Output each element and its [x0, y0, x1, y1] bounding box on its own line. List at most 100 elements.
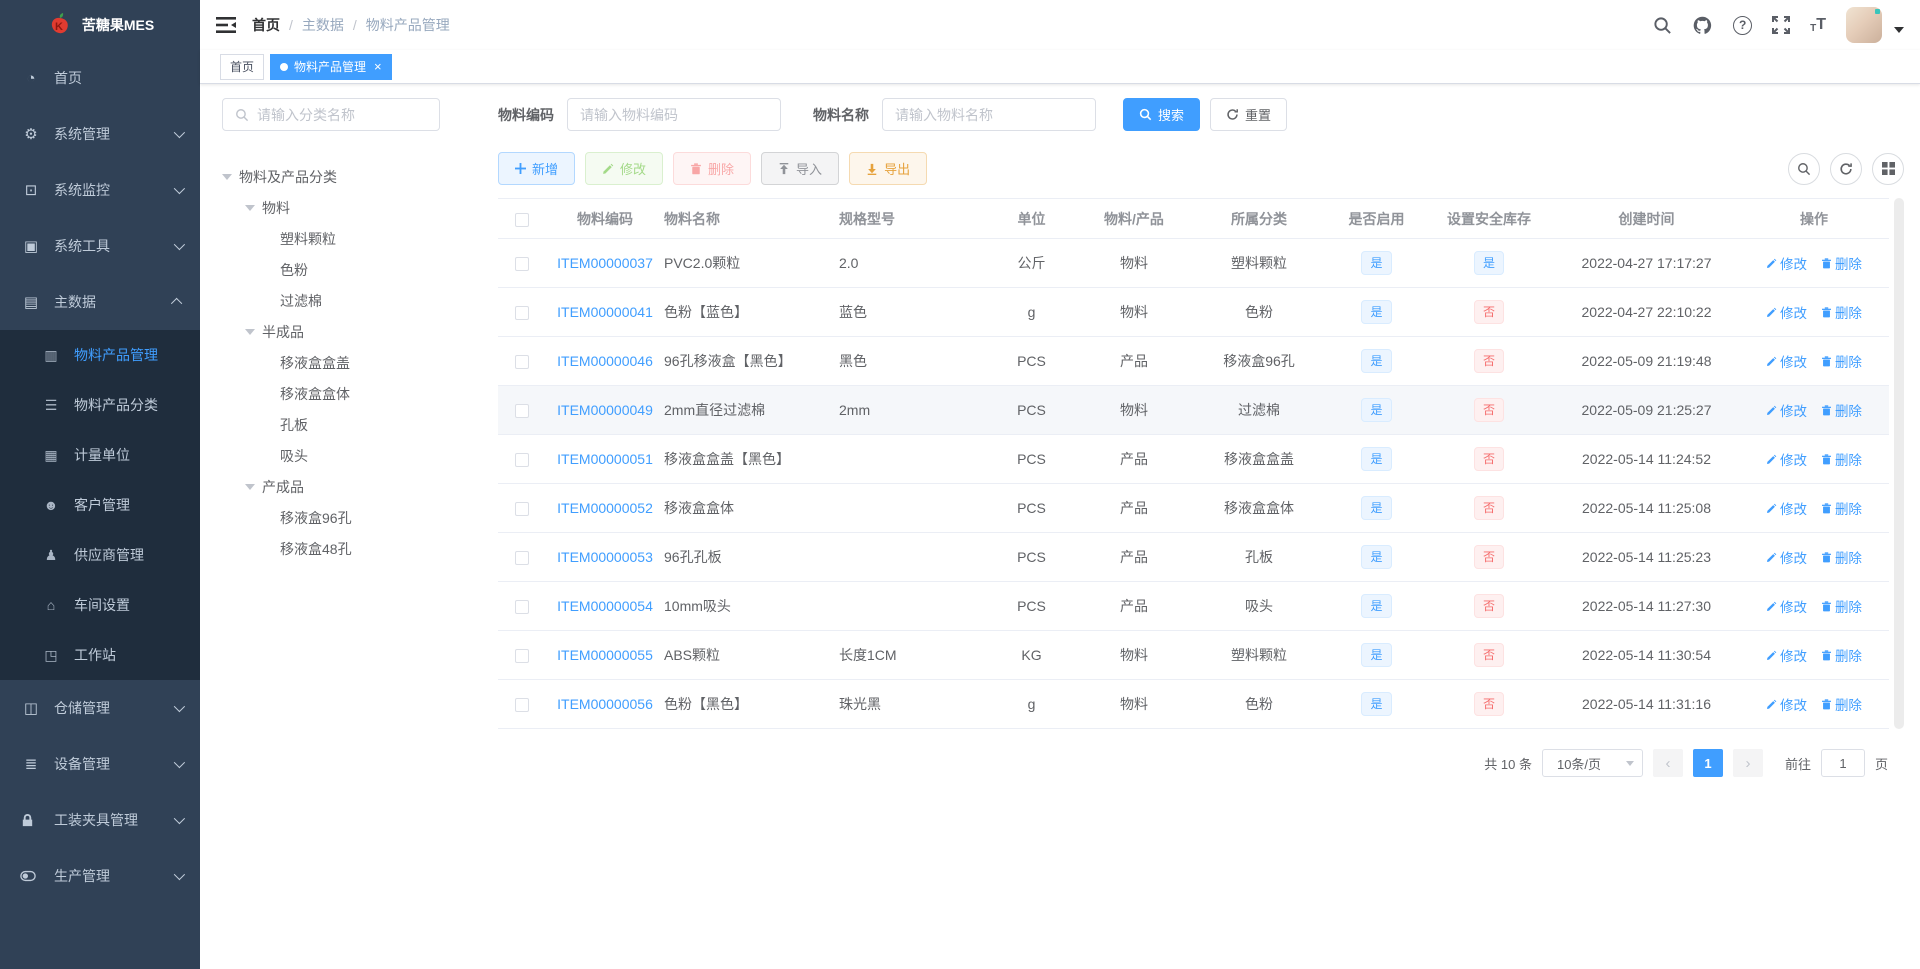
sidebar-toggle-hamburger-icon[interactable]: [216, 16, 236, 34]
item-code-link[interactable]: ITEM00000055: [557, 647, 653, 663]
tree-expand-caret-icon[interactable]: [245, 204, 255, 211]
tree-node-root[interactable]: 物料及产品分类: [222, 161, 440, 192]
toggle-search-button[interactable]: [1788, 152, 1820, 185]
avatar[interactable]: [1846, 7, 1882, 43]
fullscreen-icon[interactable]: [1772, 16, 1791, 34]
sidebar-item-workstation[interactable]: ◳ 工作站: [0, 630, 200, 680]
tab-close-icon[interactable]: ×: [374, 60, 382, 73]
row-edit-button[interactable]: 修改: [1766, 498, 1807, 518]
item-code-link[interactable]: ITEM00000046: [557, 353, 653, 369]
breadcrumb-home[interactable]: 首页: [252, 15, 280, 35]
tab-material-product-management[interactable]: 物料产品管理 ×: [270, 53, 392, 80]
category-search-box[interactable]: 请输入分类名称: [222, 98, 440, 131]
row-delete-button[interactable]: 删除: [1821, 547, 1862, 567]
material-name-input[interactable]: [882, 98, 1096, 131]
tree-node-pipette-box-96[interactable]: 移液盒96孔: [222, 502, 440, 533]
select-all-checkbox[interactable]: [515, 212, 529, 227]
row-checkbox[interactable]: [515, 306, 529, 321]
header-search-icon[interactable]: [1653, 16, 1672, 35]
logo[interactable]: K 苦糖果MES: [0, 0, 200, 50]
row-delete-button[interactable]: 删除: [1821, 498, 1862, 518]
sidebar-item-production-management[interactable]: 生产管理: [0, 848, 200, 904]
item-code-link[interactable]: ITEM00000054: [557, 598, 653, 614]
row-delete-button[interactable]: 删除: [1821, 596, 1862, 616]
row-delete-button[interactable]: 删除: [1821, 449, 1862, 469]
sidebar-item-customer-management[interactable]: ☻ 客户管理: [0, 480, 200, 530]
next-page-button[interactable]: ›: [1732, 749, 1763, 777]
row-checkbox[interactable]: [515, 600, 529, 615]
item-code-link[interactable]: ITEM00000053: [557, 549, 653, 565]
tree-node-plastic-pellet[interactable]: 塑料颗粒: [222, 223, 440, 254]
row-checkbox[interactable]: [515, 649, 529, 664]
item-code-link[interactable]: ITEM00000051: [557, 451, 653, 467]
refresh-button[interactable]: [1830, 152, 1862, 185]
row-edit-button[interactable]: 修改: [1766, 351, 1807, 371]
row-edit-button[interactable]: 修改: [1766, 645, 1807, 665]
sidebar-item-supplier-management[interactable]: ♟ 供应商管理: [0, 530, 200, 580]
row-edit-button[interactable]: 修改: [1766, 596, 1807, 616]
tree-node-color-powder[interactable]: 色粉: [222, 254, 440, 285]
row-edit-button[interactable]: 修改: [1766, 400, 1807, 420]
row-edit-button[interactable]: 修改: [1766, 449, 1807, 469]
tree-node-box-body[interactable]: 移液盒盒体: [222, 378, 440, 409]
item-code-link[interactable]: ITEM00000041: [557, 304, 653, 320]
row-checkbox[interactable]: [515, 404, 529, 419]
row-edit-button[interactable]: 修改: [1766, 302, 1807, 322]
row-checkbox[interactable]: [515, 698, 529, 713]
tree-node-tip[interactable]: 吸头: [222, 440, 440, 471]
sidebar-item-equipment-management[interactable]: ≣ 设备管理: [0, 736, 200, 792]
row-edit-button[interactable]: 修改: [1766, 694, 1807, 714]
material-code-input[interactable]: [567, 98, 781, 131]
row-delete-button[interactable]: 删除: [1821, 694, 1862, 714]
sidebar-item-system-management[interactable]: ⚙ 系统管理: [0, 106, 200, 162]
delete-button[interactable]: 删除: [673, 152, 752, 185]
font-size-icon[interactable]: [1810, 16, 1826, 34]
tree-node-material[interactable]: 物料: [222, 192, 440, 223]
tree-node-semi-finished[interactable]: 半成品: [222, 316, 440, 347]
tree-node-filter-cotton[interactable]: 过滤棉: [222, 285, 440, 316]
prev-page-button[interactable]: ‹: [1652, 749, 1683, 777]
sidebar-item-system-tools[interactable]: ▣ 系统工具: [0, 218, 200, 274]
tree-expand-caret-icon[interactable]: [245, 328, 255, 335]
tree-expand-caret-icon[interactable]: [222, 173, 232, 180]
sidebar-item-workshop-settings[interactable]: ⌂ 车间设置: [0, 580, 200, 630]
import-button[interactable]: 导入: [761, 152, 840, 185]
sidebar-item-material-product-management[interactable]: ▥ 物料产品管理: [0, 330, 200, 380]
row-edit-button[interactable]: 修改: [1766, 547, 1807, 567]
item-code-link[interactable]: ITEM00000052: [557, 500, 653, 516]
export-button[interactable]: 导出: [849, 152, 928, 185]
tree-node-box-lid[interactable]: 移液盒盒盖: [222, 347, 440, 378]
row-delete-button[interactable]: 删除: [1821, 351, 1862, 371]
row-edit-button[interactable]: 修改: [1766, 253, 1807, 273]
add-button[interactable]: 新增: [498, 152, 576, 185]
sidebar-item-measure-unit[interactable]: ▦ 计量单位: [0, 430, 200, 480]
item-code-link[interactable]: ITEM00000037: [557, 255, 653, 271]
row-delete-button[interactable]: 删除: [1821, 645, 1862, 665]
sidebar-item-master-data[interactable]: ▤ 主数据: [0, 274, 200, 330]
help-question-icon[interactable]: ?: [1733, 15, 1753, 35]
goto-page-input[interactable]: [1820, 749, 1865, 777]
table-scrollbar[interactable]: [1894, 198, 1904, 729]
sidebar-item-home[interactable]: ◔ 首页: [0, 50, 200, 106]
row-checkbox[interactable]: [515, 257, 529, 272]
github-icon[interactable]: [1692, 15, 1713, 36]
column-settings-button[interactable]: [1872, 152, 1904, 185]
edit-button[interactable]: 修改: [585, 152, 664, 185]
sidebar-item-system-monitor[interactable]: ⊡ 系统监控: [0, 162, 200, 218]
sidebar-item-tooling-fixture-management[interactable]: 工装夹具管理: [0, 792, 200, 848]
search-button[interactable]: 搜索: [1123, 98, 1201, 131]
reset-button[interactable]: 重置: [1210, 98, 1288, 131]
tab-home[interactable]: 首页: [220, 53, 265, 80]
tree-node-pipette-box-48[interactable]: 移液盒48孔: [222, 533, 440, 564]
item-code-link[interactable]: ITEM00000049: [557, 402, 653, 418]
row-delete-button[interactable]: 删除: [1821, 400, 1862, 420]
sidebar-item-warehouse-management[interactable]: ◫ 仓储管理: [0, 680, 200, 736]
tree-node-finished-product[interactable]: 产成品: [222, 471, 440, 502]
tree-expand-caret-icon[interactable]: [245, 483, 255, 490]
sidebar-item-material-product-category[interactable]: ☰ 物料产品分类: [0, 380, 200, 430]
item-code-link[interactable]: ITEM00000056: [557, 696, 653, 712]
row-delete-button[interactable]: 删除: [1821, 302, 1862, 322]
row-checkbox[interactable]: [515, 502, 529, 517]
avatar-dropdown-caret-icon[interactable]: [1894, 27, 1904, 33]
row-checkbox[interactable]: [515, 453, 529, 468]
